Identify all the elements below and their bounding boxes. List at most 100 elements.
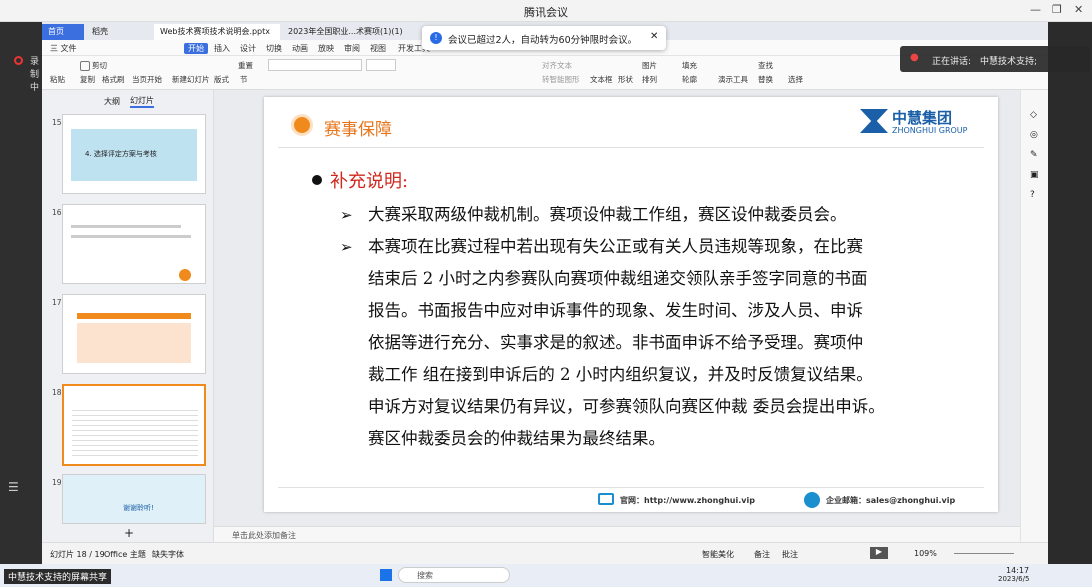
body-line: 申诉方对复议结果仍有异议，可参赛领队向赛区仲裁 委员会提出申诉。 — [368, 397, 885, 416]
body-line: 大赛采取两级仲裁机制。赛项设仲裁工作组，赛区设仲裁委员会。 — [368, 205, 847, 224]
notes-placeholder: 单击此处添加备注 — [232, 531, 296, 540]
add-slide-icon[interactable]: + — [124, 526, 134, 540]
format-painter-button[interactable]: 格式刷 — [102, 74, 125, 85]
tool-icon[interactable]: ✎ — [1030, 150, 1038, 160]
menu-slideshow[interactable]: 放映 — [318, 43, 334, 54]
missing-font[interactable]: 缺失字体 — [152, 549, 184, 560]
minimize-icon[interactable]: — — [1030, 3, 1041, 16]
thumb-slide-18[interactable] — [62, 384, 206, 466]
menu-animation[interactable]: 动画 — [292, 43, 308, 54]
new-slide-button[interactable]: 新建幻灯片 — [172, 74, 210, 85]
slide-title: 赛事保障 — [324, 120, 392, 140]
maximize-icon[interactable]: ❐ — [1052, 3, 1062, 16]
logo-icon — [860, 109, 888, 133]
tab-pptx[interactable]: Web技术赛项技术说明会.pptx — [154, 24, 280, 40]
body-line: 报告。书面报告中应对申诉事件的现象、发生时间、涉及人员、申诉 — [368, 301, 863, 320]
section-button[interactable]: 节 — [240, 74, 248, 85]
from-current-button[interactable]: 当页开始 — [132, 74, 162, 85]
clock-date: 2023/6/5 — [998, 575, 1030, 583]
start-icon[interactable] — [380, 569, 392, 581]
tool-icon[interactable]: ◇ — [1030, 110, 1037, 120]
reset-button[interactable]: 重置 — [238, 60, 253, 71]
bullet-dot-icon — [294, 117, 310, 133]
menu-file[interactable]: 三 文件 — [50, 43, 77, 54]
slide-thumbnail-panel: 大纲 幻灯片 15 4. 选择评定方案与考核 16 17 18 19 谢谢聆听!… — [42, 90, 214, 542]
zoom-slider[interactable] — [954, 553, 1014, 554]
cut-button[interactable]: 剪切 — [80, 60, 107, 71]
logo-en: ZHONGHUI GROUP — [892, 126, 968, 135]
layout-button[interactable]: 版式 — [214, 74, 229, 85]
tab-outline[interactable]: 大纲 — [104, 96, 120, 107]
menu-view[interactable]: 视图 — [370, 43, 386, 54]
close-icon[interactable]: ✕ — [1074, 3, 1083, 16]
shape-button[interactable]: 形状 — [618, 74, 633, 85]
font-name-select[interactable] — [268, 59, 362, 71]
thumb-text: 4. 选择评定方案与考核 — [85, 150, 157, 158]
website-text: 官网：http://www.zhonghui.vip — [620, 496, 755, 505]
ribbon: 粘贴 剪切 复制 格式刷 当页开始 新建幻灯片 版式 节 重置 对齐文本 转智能… — [42, 56, 1048, 90]
thumb-slide-15[interactable]: 4. 选择评定方案与考核 — [62, 114, 206, 194]
notice-text: 会议已超过2人，自动转为60分钟限时会议。 — [448, 35, 638, 46]
speaker-name: 中慧技术支持; — [980, 57, 1038, 67]
meeting-notice: ! 会议已超过2人，自动转为60分钟限时会议。 ✕ — [422, 26, 666, 50]
thumb-text: 谢谢聆听! — [123, 504, 154, 512]
help-icon[interactable]: ? — [1030, 190, 1035, 200]
mail-text: 企业邮箱：sales@zhonghui.vip — [826, 496, 956, 505]
record-icon — [14, 56, 23, 65]
textbox-button[interactable]: 文本框 — [590, 74, 613, 85]
menu-home[interactable]: 开始 — [184, 43, 208, 54]
outline-button[interactable]: 轮廓 — [682, 74, 697, 85]
tab-doc2[interactable]: 2023年全国职业...术赛项(1)(1) — [282, 24, 402, 40]
notes-toggle[interactable]: 备注 — [754, 549, 770, 560]
meeting-titlebar: 腾讯会议 — ❐ ✕ — [0, 0, 1092, 22]
arrange-button[interactable]: 排列 — [642, 74, 657, 85]
smartart-button[interactable]: 转智能图形 — [542, 74, 580, 85]
find-button[interactable]: 查找 — [758, 60, 773, 71]
select-button[interactable]: 选择 — [788, 74, 803, 85]
picture-button[interactable]: 图片 — [642, 60, 657, 71]
thumb-slide-19[interactable]: 谢谢聆听! — [62, 474, 206, 524]
thumb-number: 15 — [52, 118, 62, 127]
list-icon[interactable]: ☰ — [8, 480, 19, 494]
body-line: 裁工作 组在接到申诉后的 2 小时内组织复议，并及时反馈复议结果。 — [368, 365, 873, 384]
current-slide[interactable]: 赛事保障 中慧集团 ZHONGHUI GROUP 补充说明: ➢ 大赛采取两级仲… — [264, 97, 998, 512]
tab-docer[interactable]: 稻壳 — [86, 24, 152, 40]
replace-button[interactable]: 替换 — [758, 74, 773, 85]
menu-design[interactable]: 设计 — [240, 43, 256, 54]
status-bar: 幻灯片 18 / 19 Office 主题 缺失字体 智能美化 备注 批注 ▶ … — [42, 542, 1048, 564]
speaker-label: 正在讲话: — [932, 57, 972, 67]
taskbar-search[interactable]: 搜索 — [398, 567, 510, 583]
menu-review[interactable]: 审阅 — [344, 43, 360, 54]
beautify-button[interactable]: 智能美化 — [702, 549, 734, 560]
tab-slides[interactable]: 幻灯片 — [130, 95, 154, 108]
body-line: 结束后 2 小时之内参赛队向赛项仲裁组递交领队亲手签字同意的书面 — [368, 269, 868, 288]
fill-button[interactable]: 填充 — [682, 60, 697, 71]
notice-close-icon[interactable]: ✕ — [650, 31, 658, 42]
arrow-bullet-icon: ➢ — [340, 238, 353, 256]
thumb-number: 17 — [52, 298, 62, 307]
info-icon: ! — [430, 32, 442, 44]
copy-button[interactable]: 复制 — [80, 74, 95, 85]
font-size-select[interactable] — [366, 59, 396, 71]
menu-transition[interactable]: 切换 — [266, 43, 282, 54]
menu-insert[interactable]: 插入 — [214, 43, 230, 54]
tool-icon[interactable]: ▣ — [1030, 170, 1039, 180]
record-label: 录制中 — [30, 57, 40, 93]
paste-button[interactable]: 粘贴 — [50, 74, 65, 85]
mail-icon — [804, 492, 820, 508]
align-text-button[interactable]: 对齐文本 — [542, 60, 572, 71]
thumb-slide-16[interactable] — [62, 204, 206, 284]
play-icon[interactable]: ▶ — [870, 547, 888, 559]
notes-bar[interactable]: 单击此处添加备注 — [214, 526, 1020, 542]
present-tools-button[interactable]: 演示工具 — [718, 74, 748, 85]
tool-icon[interactable]: ◎ — [1030, 130, 1038, 140]
title-divider — [278, 147, 984, 148]
screen-share-label: 中慧技术支持的屏幕共享 — [4, 569, 112, 584]
thumb-slide-17[interactable] — [62, 294, 206, 374]
speaking-indicator: ● 正在讲话: 中慧技术支持; — [900, 46, 1090, 72]
comment-toggle[interactable]: 批注 — [782, 549, 798, 560]
theme-name: Office 主题 — [104, 550, 146, 559]
tab-home[interactable]: 首页 — [42, 24, 84, 40]
footer-divider — [278, 487, 984, 488]
zoom-level: 109% — [914, 549, 937, 558]
